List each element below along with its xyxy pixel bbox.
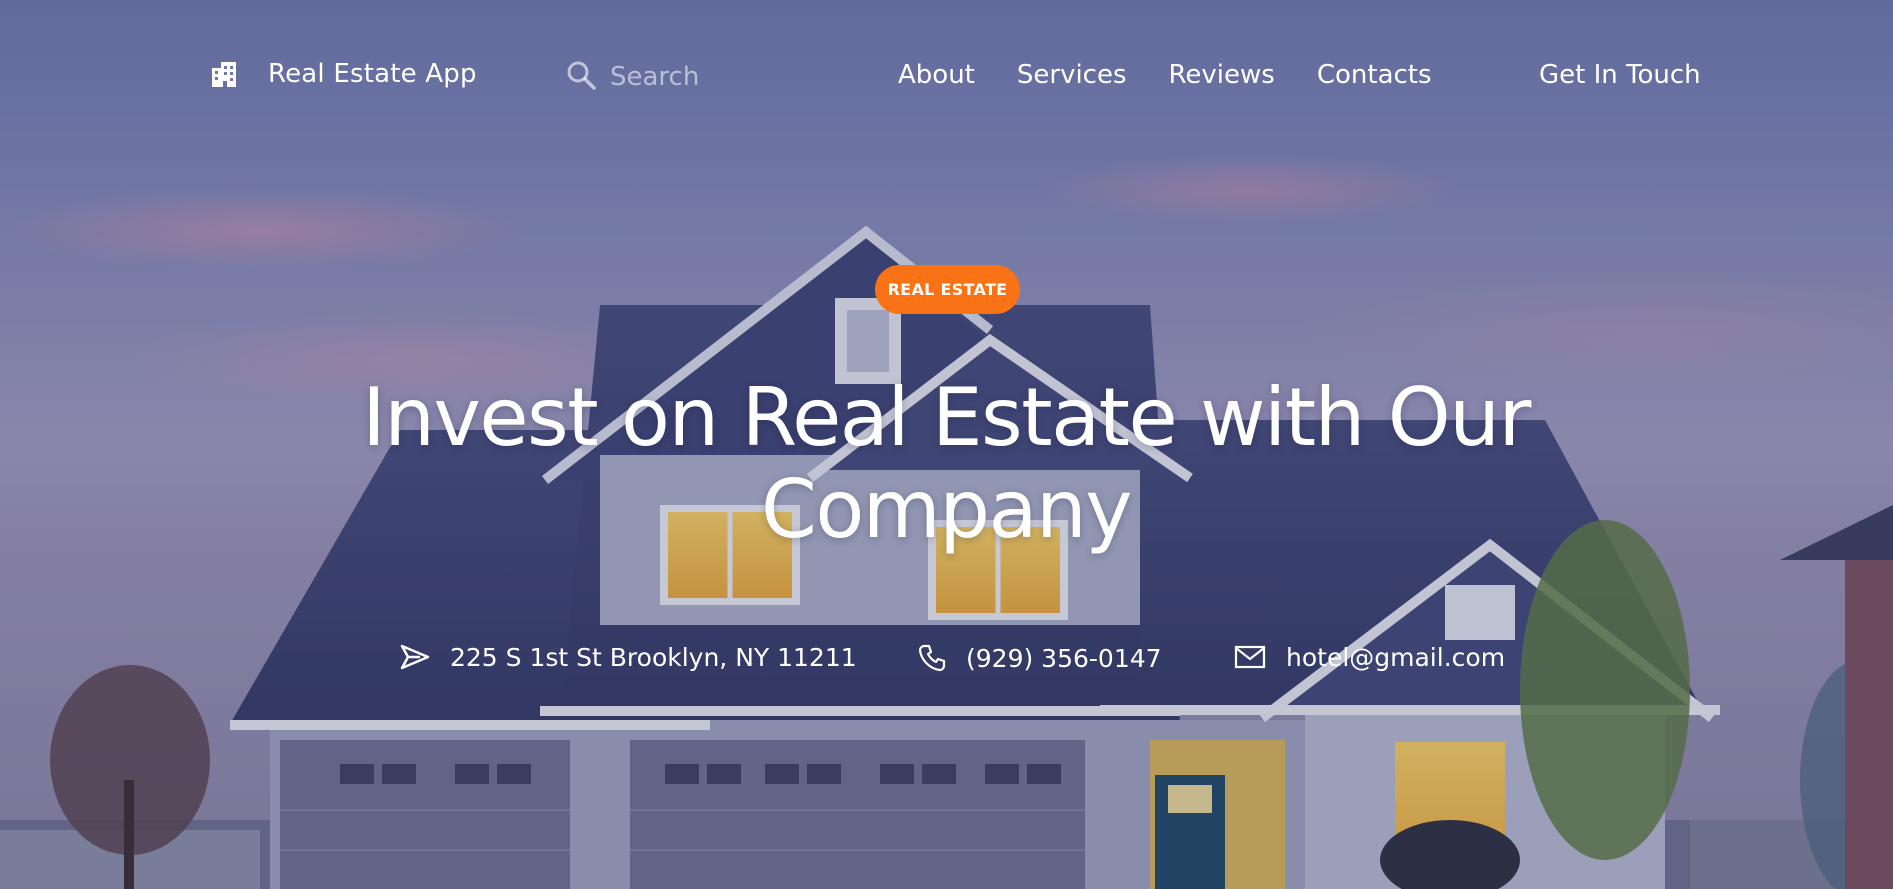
nav-link-reviews[interactable]: Reviews — [1169, 62, 1275, 88]
send-icon — [400, 644, 430, 670]
nav-link-services[interactable]: Services — [1017, 62, 1127, 88]
email-text: hotel@gmail.com — [1286, 642, 1506, 672]
get-in-touch-button[interactable]: Get In Touch — [1539, 62, 1701, 88]
nav-link-about[interactable]: About — [898, 62, 975, 88]
building-icon — [210, 60, 238, 88]
contact-email[interactable]: hotel@gmail.com — [1234, 644, 1505, 670]
hero-headline: Invest on Real Estate with Our Company — [362, 371, 1531, 556]
nav-link-contacts[interactable]: Contacts — [1317, 62, 1432, 88]
contact-phone[interactable]: (929) 356-0147 — [918, 644, 1162, 672]
mail-icon — [1234, 644, 1266, 670]
address-text: 225 S 1st St Brooklyn, NY 11211 — [450, 642, 857, 672]
search-bar[interactable] — [566, 60, 810, 94]
search-input[interactable] — [610, 62, 810, 92]
category-badge: REAL ESTATE — [875, 265, 1020, 314]
contact-address: 225 S 1st St Brooklyn, NY 11211 — [400, 644, 857, 670]
hero-section: Real Estate App About Services Reviews C… — [0, 0, 1893, 889]
top-navigation: Real Estate App About Services Reviews C… — [0, 0, 1893, 156]
search-icon — [566, 60, 596, 94]
brand-logo[interactable]: Real Estate App — [210, 60, 477, 88]
contact-info: 225 S 1st St Brooklyn, NY 11211 (929) 35… — [0, 644, 1893, 684]
phone-icon — [918, 644, 946, 672]
brand-name: Real Estate App — [268, 59, 477, 89]
phone-text: (929) 356-0147 — [966, 643, 1162, 673]
main-menu: About Services Reviews Contacts — [898, 62, 1432, 88]
